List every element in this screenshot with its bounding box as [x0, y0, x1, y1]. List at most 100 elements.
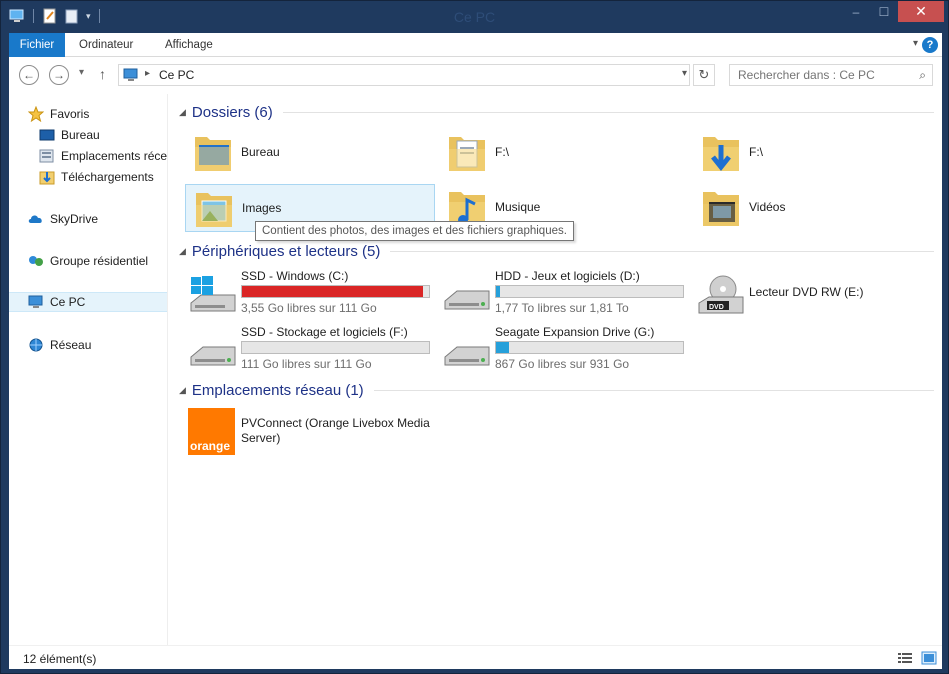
folder-tile-documents[interactable]: F:\ — [439, 129, 689, 177]
videos-folder-icon — [703, 192, 739, 226]
item-count: 12 élément(s) — [23, 652, 97, 666]
navigation-pane: Favoris Bureau Emplacements récents Télé… — [9, 94, 168, 645]
network-icon — [29, 338, 43, 352]
dvd-drive-icon: DVD — [698, 275, 744, 314]
folder-label: F:\ — [495, 145, 509, 159]
downloads-icon — [39, 171, 55, 185]
forward-button[interactable]: → — [49, 65, 69, 85]
window-title: Ce PC — [453, 9, 496, 25]
group-title: Périphériques et lecteurs (5) — [191, 243, 381, 260]
drive-tile-e[interactable]: DVD Lecteur DVD RW (E:) — [695, 269, 945, 321]
drive-tile-d[interactable]: HDD - Jeux et logiciels (D:) 1,77 To lib… — [441, 269, 691, 321]
breadcrumb-separator-icon[interactable]: ▸ — [145, 68, 150, 79]
drive-tile-c[interactable]: SSD - Windows (C:) 3,55 Go libres sur 11… — [187, 269, 437, 321]
collapse-chevron-icon[interactable]: ◢ — [179, 385, 186, 396]
search-icon[interactable]: ⌕ — [919, 68, 926, 83]
details-view-icon[interactable] — [897, 651, 913, 665]
search-box[interactable]: ⌕ — [729, 64, 933, 86]
computer-icon — [123, 68, 138, 81]
window-controls: – ☐ ✕ — [842, 1, 944, 22]
drive-free-space: 1,77 To libres sur 1,81 To — [495, 301, 629, 315]
breadcrumb[interactable]: Ce PC — [159, 68, 194, 82]
network-location-label: PVConnect (Orange Livebox Media Server) — [241, 416, 430, 445]
group-title: Dossiers (6) — [191, 104, 273, 121]
collapse-chevron-icon[interactable]: ◢ — [179, 246, 186, 257]
drive-usage-bar — [241, 341, 430, 354]
maximize-button[interactable]: ☐ — [870, 1, 898, 22]
hard-drive-icon — [444, 346, 490, 366]
close-button[interactable]: ✕ — [898, 1, 944, 22]
help-button[interactable]: ? — [922, 37, 938, 53]
folder-label: Musique — [495, 200, 541, 214]
group-header-folders[interactable]: ◢ Dossiers (6) — [179, 104, 934, 121]
drive-tile-g[interactable]: Seagate Expansion Drive (G:) 867 Go libr… — [441, 325, 691, 377]
group-header-drives[interactable]: ◢ Périphériques et lecteurs (5) — [179, 243, 934, 260]
tooltip: Contient des photos, des images et des f… — [255, 221, 574, 241]
chevron-down-icon[interactable]: ▾ — [913, 38, 918, 49]
group-header-network[interactable]: ◢ Emplacements réseau (1) — [179, 382, 934, 399]
computer-icon — [28, 295, 43, 308]
sidebar-item-label: Groupe résidentiel — [50, 254, 149, 268]
desktop-folder-icon — [195, 137, 231, 171]
drive-usage-fill — [496, 286, 501, 297]
drive-name: Lecteur DVD RW (E:) — [749, 285, 864, 299]
sidebar-item-bureau[interactable]: Bureau — [9, 125, 167, 145]
folder-tile-videos[interactable]: Vidéos — [693, 184, 943, 232]
svg-text:DVD: DVD — [709, 304, 724, 311]
minimize-button[interactable]: – — [842, 1, 870, 22]
drive-usage-bar — [241, 285, 430, 298]
tab-affichage[interactable]: Affichage — [165, 33, 213, 57]
drive-name: SSD - Windows (C:) — [241, 269, 349, 283]
sidebar-item-label: Réseau — [50, 338, 92, 352]
large-icons-view-icon[interactable] — [921, 651, 937, 665]
navigation-bar: ← → ▾ ↑ ▸ Ce PC ▾ ↻ ⌕ — [9, 57, 942, 94]
cloud-icon — [28, 215, 42, 223]
search-input[interactable] — [738, 68, 908, 82]
network-location-pvconnect[interactable]: orange PVConnect (Orange Livebox Media S… — [188, 406, 488, 456]
sidebar-item-label: Favoris — [50, 107, 90, 121]
sidebar-item-telechargements[interactable]: Téléchargements — [9, 167, 167, 187]
drive-name: HDD - Jeux et logiciels (D:) — [495, 269, 640, 283]
drive-free-space: 111 Go libres sur 111 Go — [241, 357, 372, 371]
chevron-down-icon[interactable]: ▾ — [682, 68, 687, 79]
homegroup-icon — [29, 256, 43, 266]
drive-tile-f[interactable]: SSD - Stockage et logiciels (F:) 111 Go … — [187, 325, 437, 377]
title-bar: ▾ Ce PC – ☐ ✕ — [1, 1, 948, 32]
drive-name: SSD - Stockage et logiciels (F:) — [241, 325, 408, 339]
sidebar-item-label: SkyDrive — [50, 212, 99, 226]
collapse-chevron-icon[interactable]: ◢ — [179, 107, 186, 118]
status-bar: 12 élément(s) — [9, 645, 942, 669]
sidebar-item-reseau[interactable]: Réseau — [9, 335, 167, 355]
sidebar-item-label: Ce PC — [50, 295, 86, 309]
sidebar-item-ce-pc[interactable]: Ce PC — [9, 292, 167, 312]
hard-drive-icon — [190, 346, 236, 366]
folder-label: Bureau — [241, 145, 280, 159]
folder-label: F:\ — [749, 145, 763, 159]
items-view: ◢ Dossiers (6) Bureau F:\ F:\ Images Mus… — [169, 94, 942, 645]
star-icon — [28, 106, 44, 122]
sidebar-item-favoris[interactable]: Favoris — [9, 104, 167, 124]
folder-tile-downloads[interactable]: F:\ — [693, 129, 943, 177]
documents-folder-icon — [449, 137, 485, 171]
sidebar-item-skydrive[interactable]: SkyDrive — [9, 209, 167, 229]
recent-locations-button[interactable]: ▾ — [79, 67, 84, 78]
sidebar-item-label: Téléchargements — [61, 170, 154, 184]
address-bar[interactable]: ▸ Ce PC ▾ — [118, 64, 690, 86]
group-divider — [390, 251, 934, 252]
group-divider — [282, 112, 934, 113]
folder-label: Vidéos — [749, 200, 786, 214]
ribbon: Fichier Ordinateur Affichage ▾ ? — [9, 33, 942, 57]
sidebar-item-emplacements-recents[interactable]: Emplacements récents — [9, 146, 167, 166]
drive-name: Seagate Expansion Drive (G:) — [495, 325, 655, 339]
logo-text: orange — [190, 439, 231, 453]
folder-tile-bureau[interactable]: Bureau — [185, 129, 435, 177]
sidebar-item-groupe-residentiel[interactable]: Groupe résidentiel — [9, 251, 167, 271]
up-button[interactable]: ↑ — [99, 66, 106, 82]
tab-ordinateur[interactable]: Ordinateur — [79, 33, 133, 57]
windows-drive-icon — [190, 276, 236, 312]
back-button[interactable]: ← — [19, 65, 39, 85]
content-area: Favoris Bureau Emplacements récents Télé… — [9, 94, 942, 645]
recent-places-icon — [39, 149, 54, 163]
refresh-button[interactable]: ↻ — [693, 64, 715, 86]
tab-fichier[interactable]: Fichier — [9, 33, 65, 57]
